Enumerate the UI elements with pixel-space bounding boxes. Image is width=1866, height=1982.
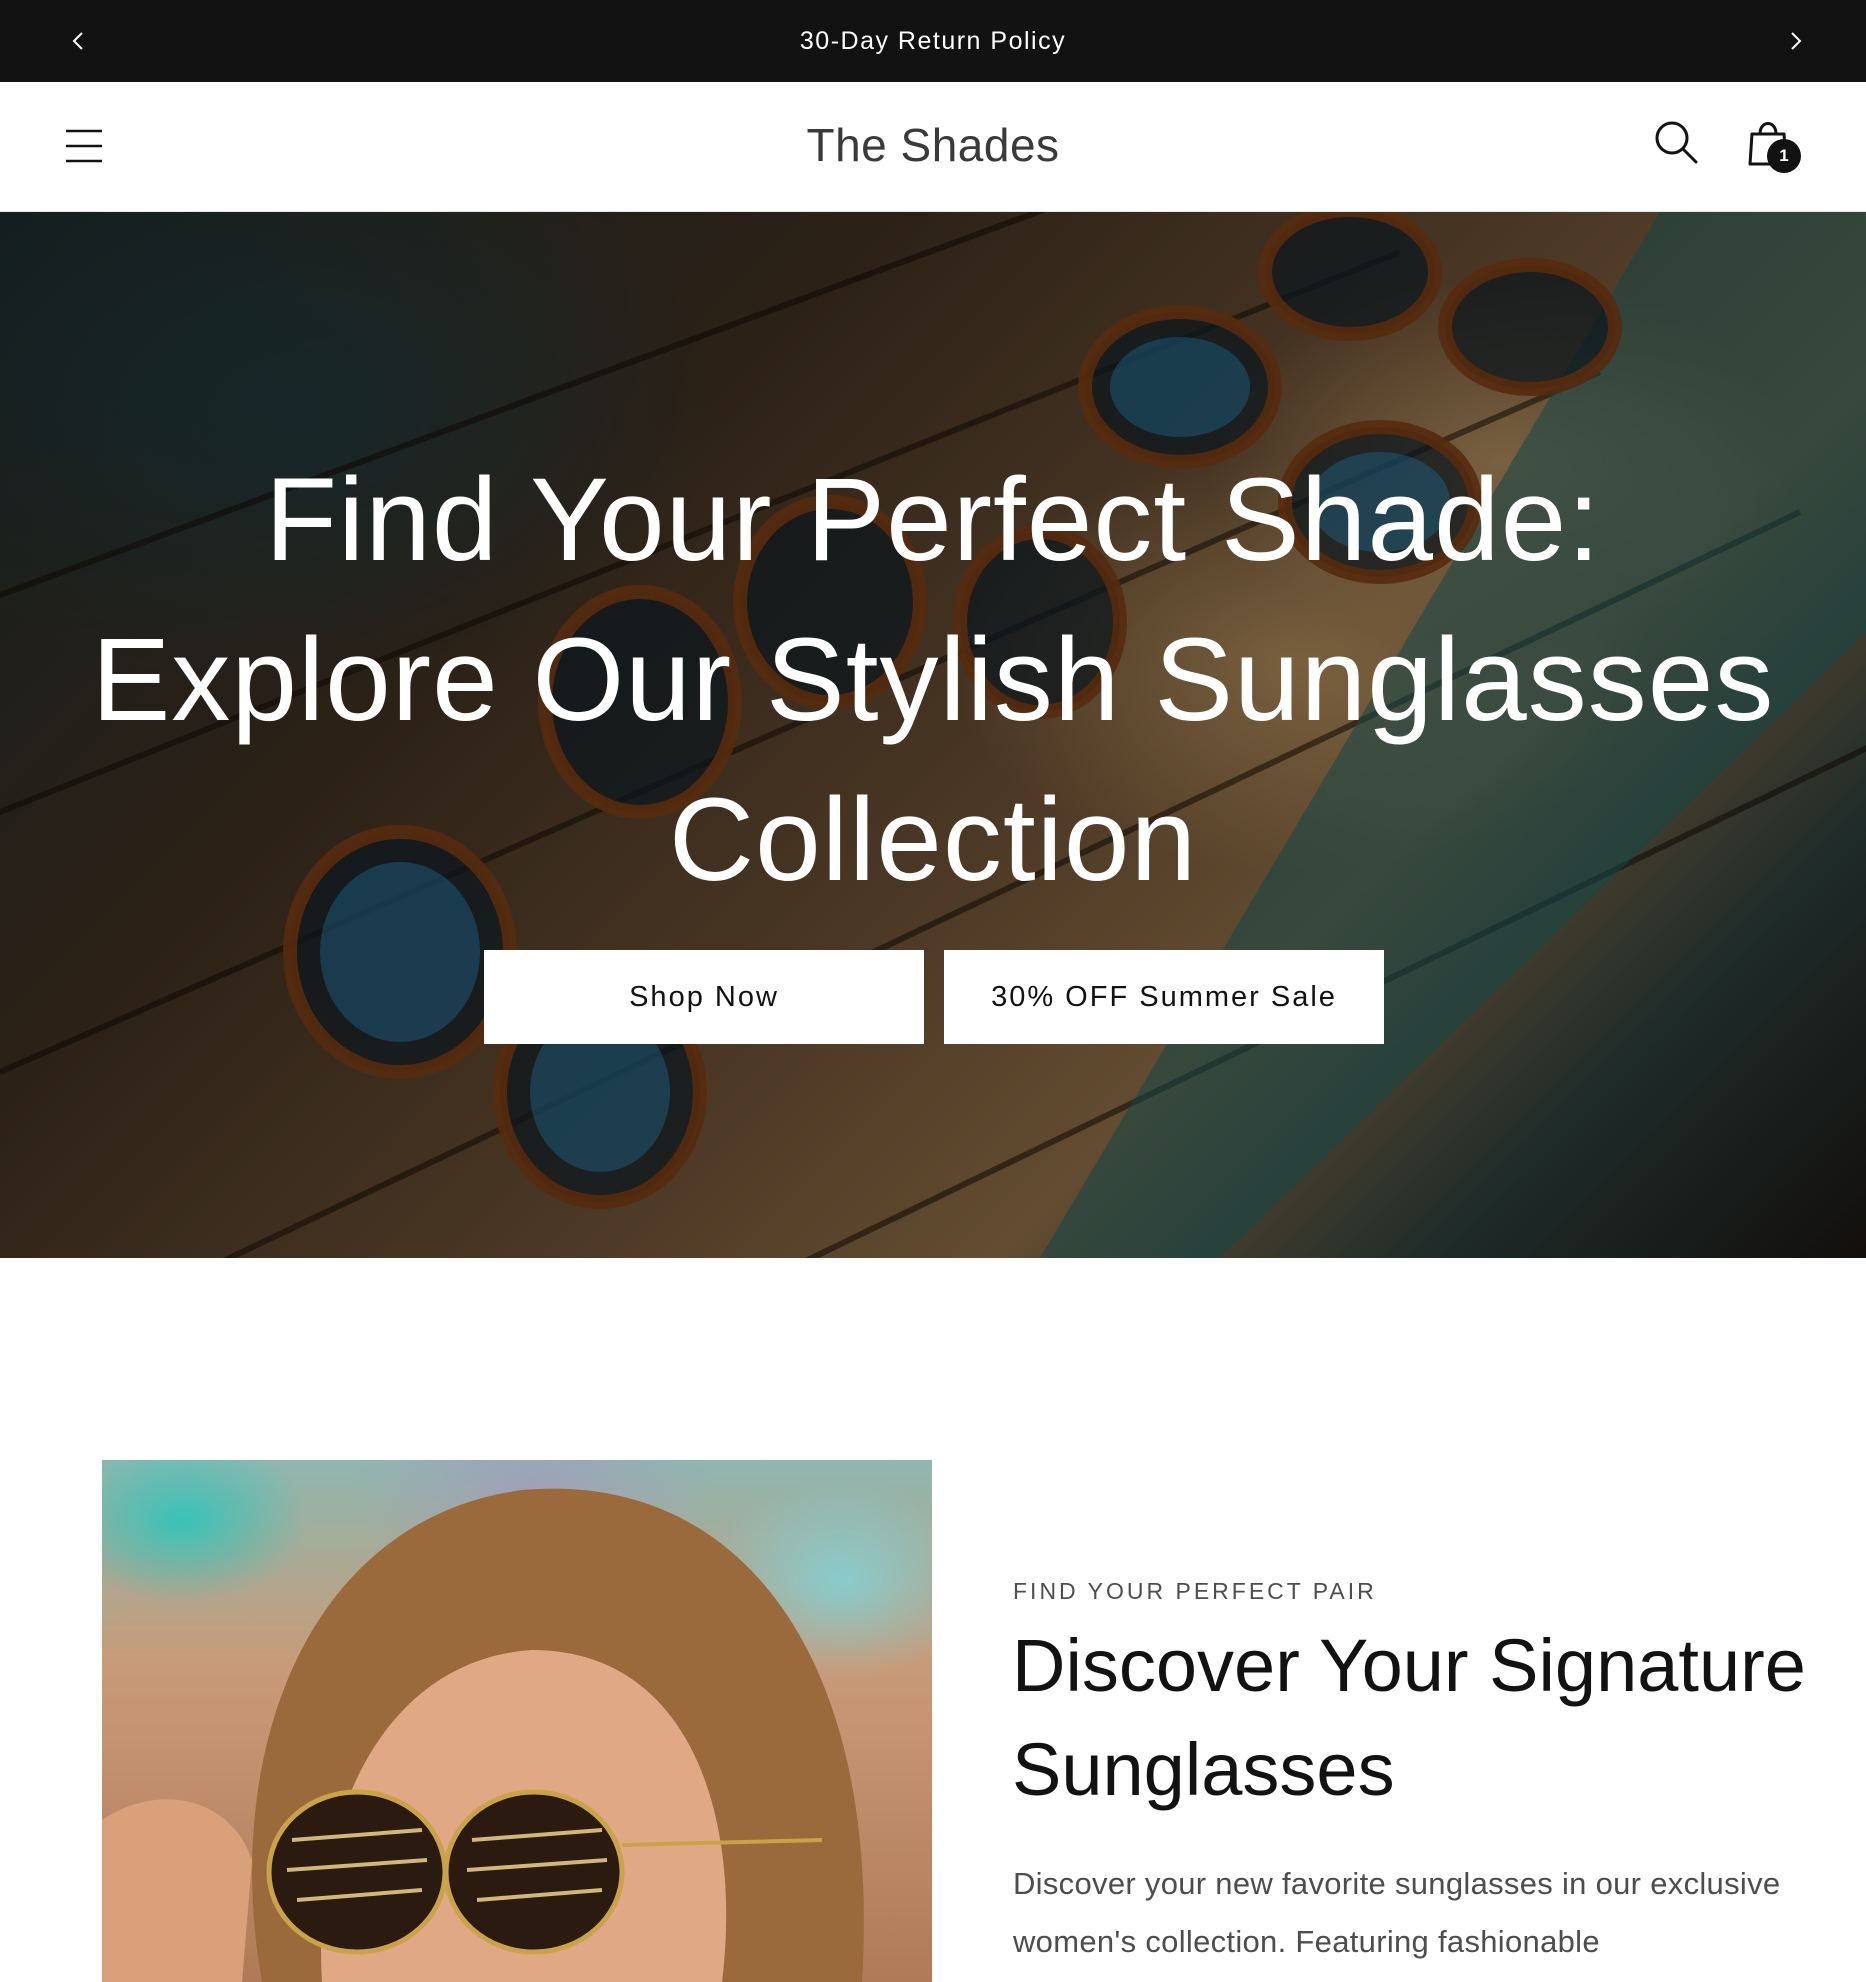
summer-sale-button[interactable]: 30% OFF Summer Sale xyxy=(944,950,1384,1044)
hero-title: Find Your Perfect Shade: Explore Our Sty… xyxy=(91,454,1775,906)
shop-now-button[interactable]: Shop Now xyxy=(484,950,924,1044)
cart-count-badge: 1 xyxy=(1767,139,1801,173)
hero-banner: Find Your Perfect Shade: Explore Our Sty… xyxy=(0,212,1866,1258)
search-icon[interactable] xyxy=(1652,118,1702,168)
announcement-bar: 30-Day Return Policy xyxy=(0,0,1866,82)
feature-heading: Discover Your Signature Sunglasses xyxy=(1012,1624,1806,1811)
feature-body: Discover your new favorite sunglasses in… xyxy=(1013,1866,1781,1959)
announcement-text[interactable]: 30-Day Return Policy xyxy=(800,27,1066,56)
chevron-left-icon[interactable] xyxy=(38,0,120,82)
feature-eyebrow: FIND YOUR PERFECT PAIR xyxy=(1013,1578,1377,1604)
chevron-right-icon[interactable] xyxy=(1754,0,1836,82)
feature-image xyxy=(102,1460,932,1982)
site-logo[interactable]: The Shades xyxy=(0,118,1866,172)
site-header: The Shades 1 xyxy=(0,82,1866,212)
woman-sunglasses-photo xyxy=(102,1488,864,1982)
